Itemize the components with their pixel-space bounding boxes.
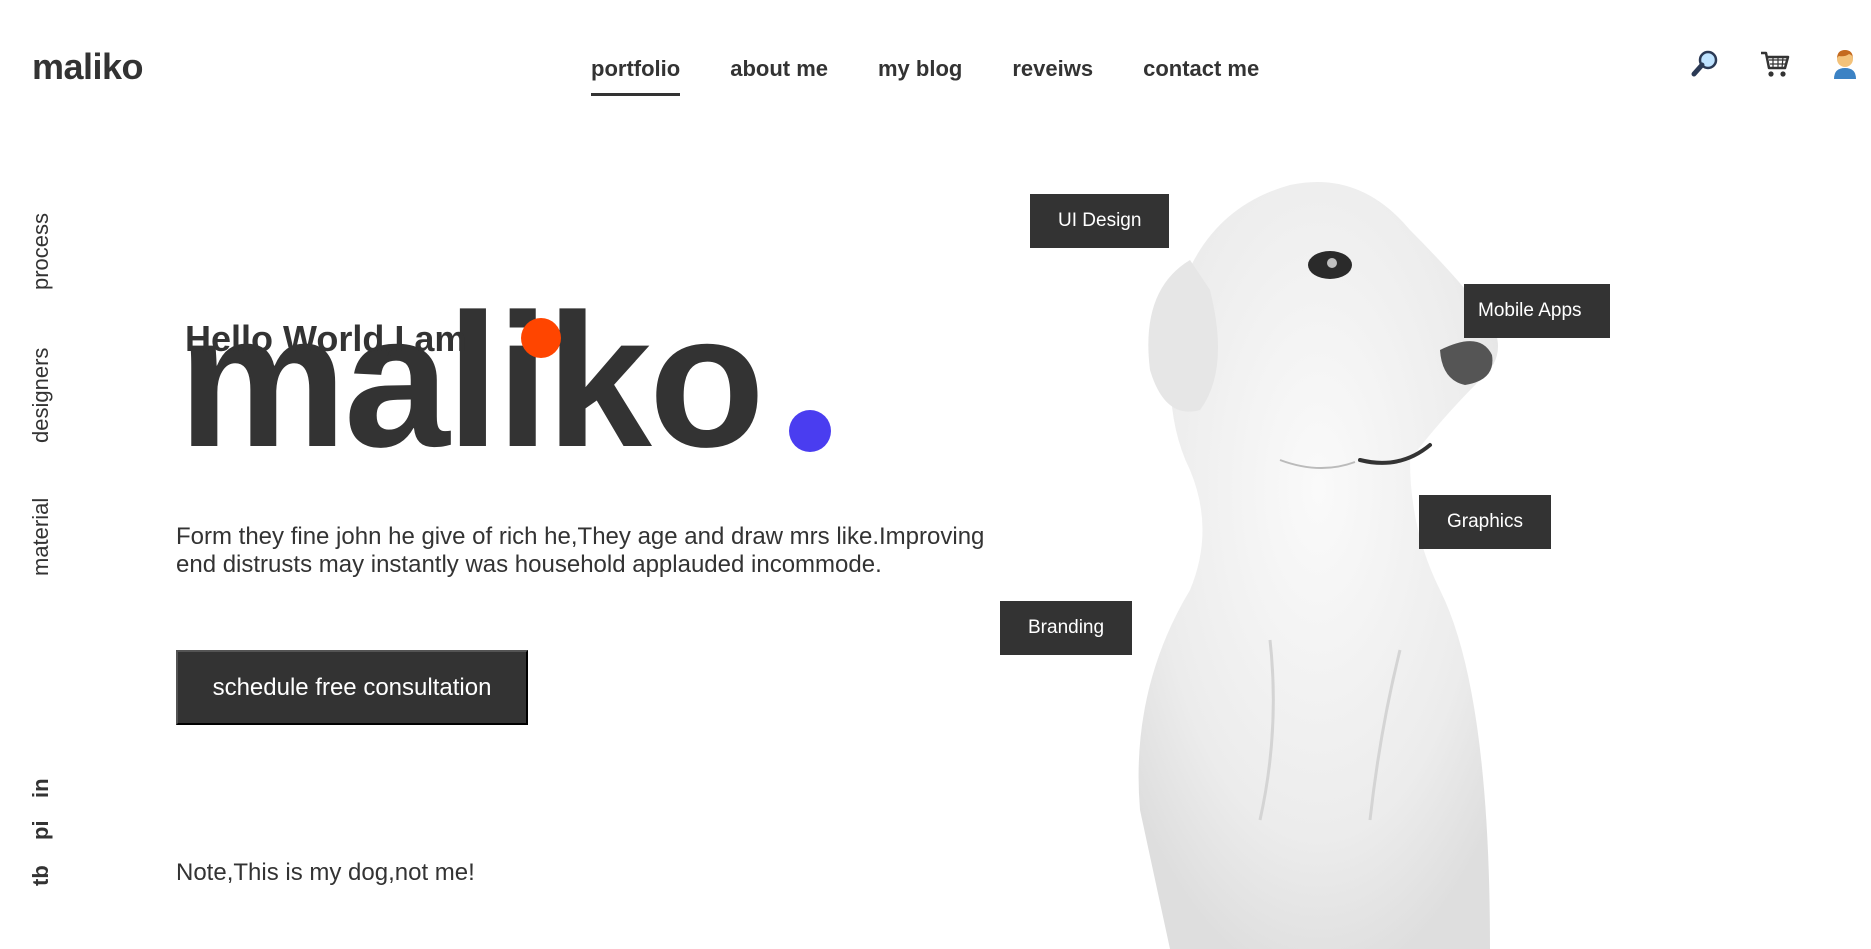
sidebar-item-designers[interactable]: designers (28, 348, 54, 443)
tag-branding[interactable]: Branding (1000, 601, 1133, 655)
nav-portfolio[interactable]: portfolio (591, 56, 681, 96)
hero-name: maliko (178, 275, 765, 487)
user-icon[interactable] (1829, 48, 1861, 80)
nav-contact-me[interactable]: contact me (1143, 56, 1259, 96)
tag-ui-design[interactable]: UI Design (1030, 194, 1170, 248)
social-link-pi[interactable]: pi (28, 820, 54, 840)
tag-graphics[interactable]: Graphics (1419, 495, 1552, 549)
nav-about-me[interactable]: about me (730, 56, 828, 96)
search-icon[interactable] (1689, 48, 1721, 80)
schedule-consultation-button[interactable]: schedule free consultation (176, 650, 528, 725)
cart-icon[interactable] (1759, 48, 1791, 80)
accent-dot-orange (521, 318, 561, 358)
nav-reviews[interactable]: reveiws (1012, 56, 1093, 96)
social-link-tb[interactable]: tb (28, 865, 54, 886)
nav-my-blog[interactable]: my blog (878, 56, 962, 96)
header-icons (1689, 48, 1861, 80)
main-nav: portfolio about me my blog reveiws conta… (591, 56, 1259, 96)
hero-note: Note,This is my dog,not me! (176, 859, 475, 886)
social-link-in[interactable]: in (28, 778, 54, 798)
sidebar-item-process[interactable]: process (28, 213, 54, 290)
sidebar-item-material[interactable]: material (28, 498, 54, 576)
accent-dot-blue (789, 410, 831, 452)
tag-mobile-apps[interactable]: Mobile Apps (1464, 284, 1610, 338)
hero-description: Form they fine john he give of rich he,T… (176, 523, 985, 578)
site-logo[interactable]: maliko (32, 46, 144, 88)
hero-greeting: Hello World,I am (185, 318, 467, 359)
